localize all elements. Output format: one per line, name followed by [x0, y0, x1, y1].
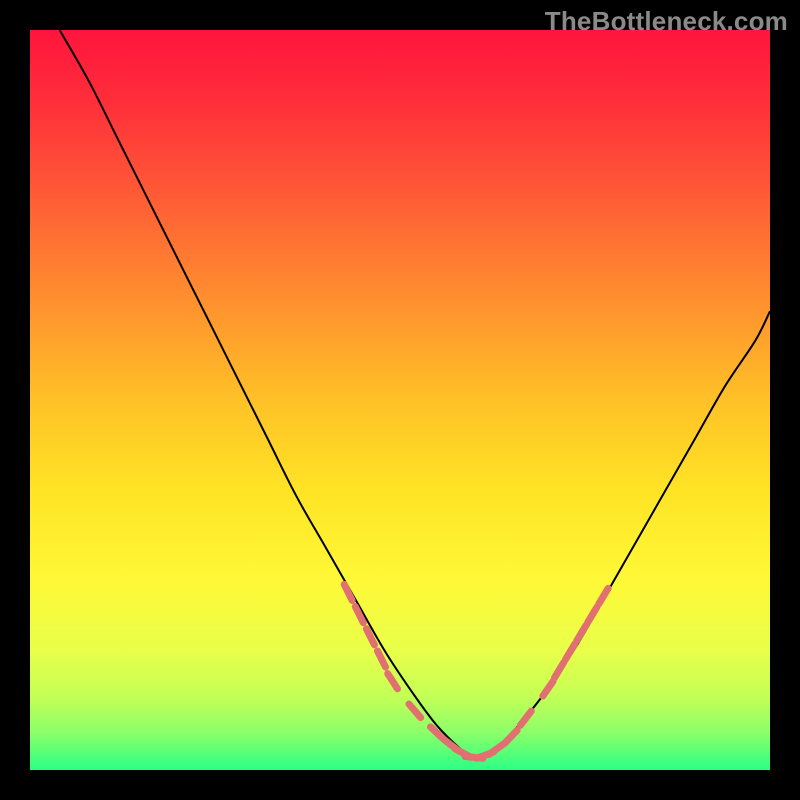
plot-area: [30, 30, 770, 770]
chart-canvas: [30, 30, 770, 770]
outer-frame: TheBottleneck.com: [0, 0, 800, 800]
gradient-background: [30, 30, 770, 770]
watermark-text: TheBottleneck.com: [545, 6, 788, 37]
